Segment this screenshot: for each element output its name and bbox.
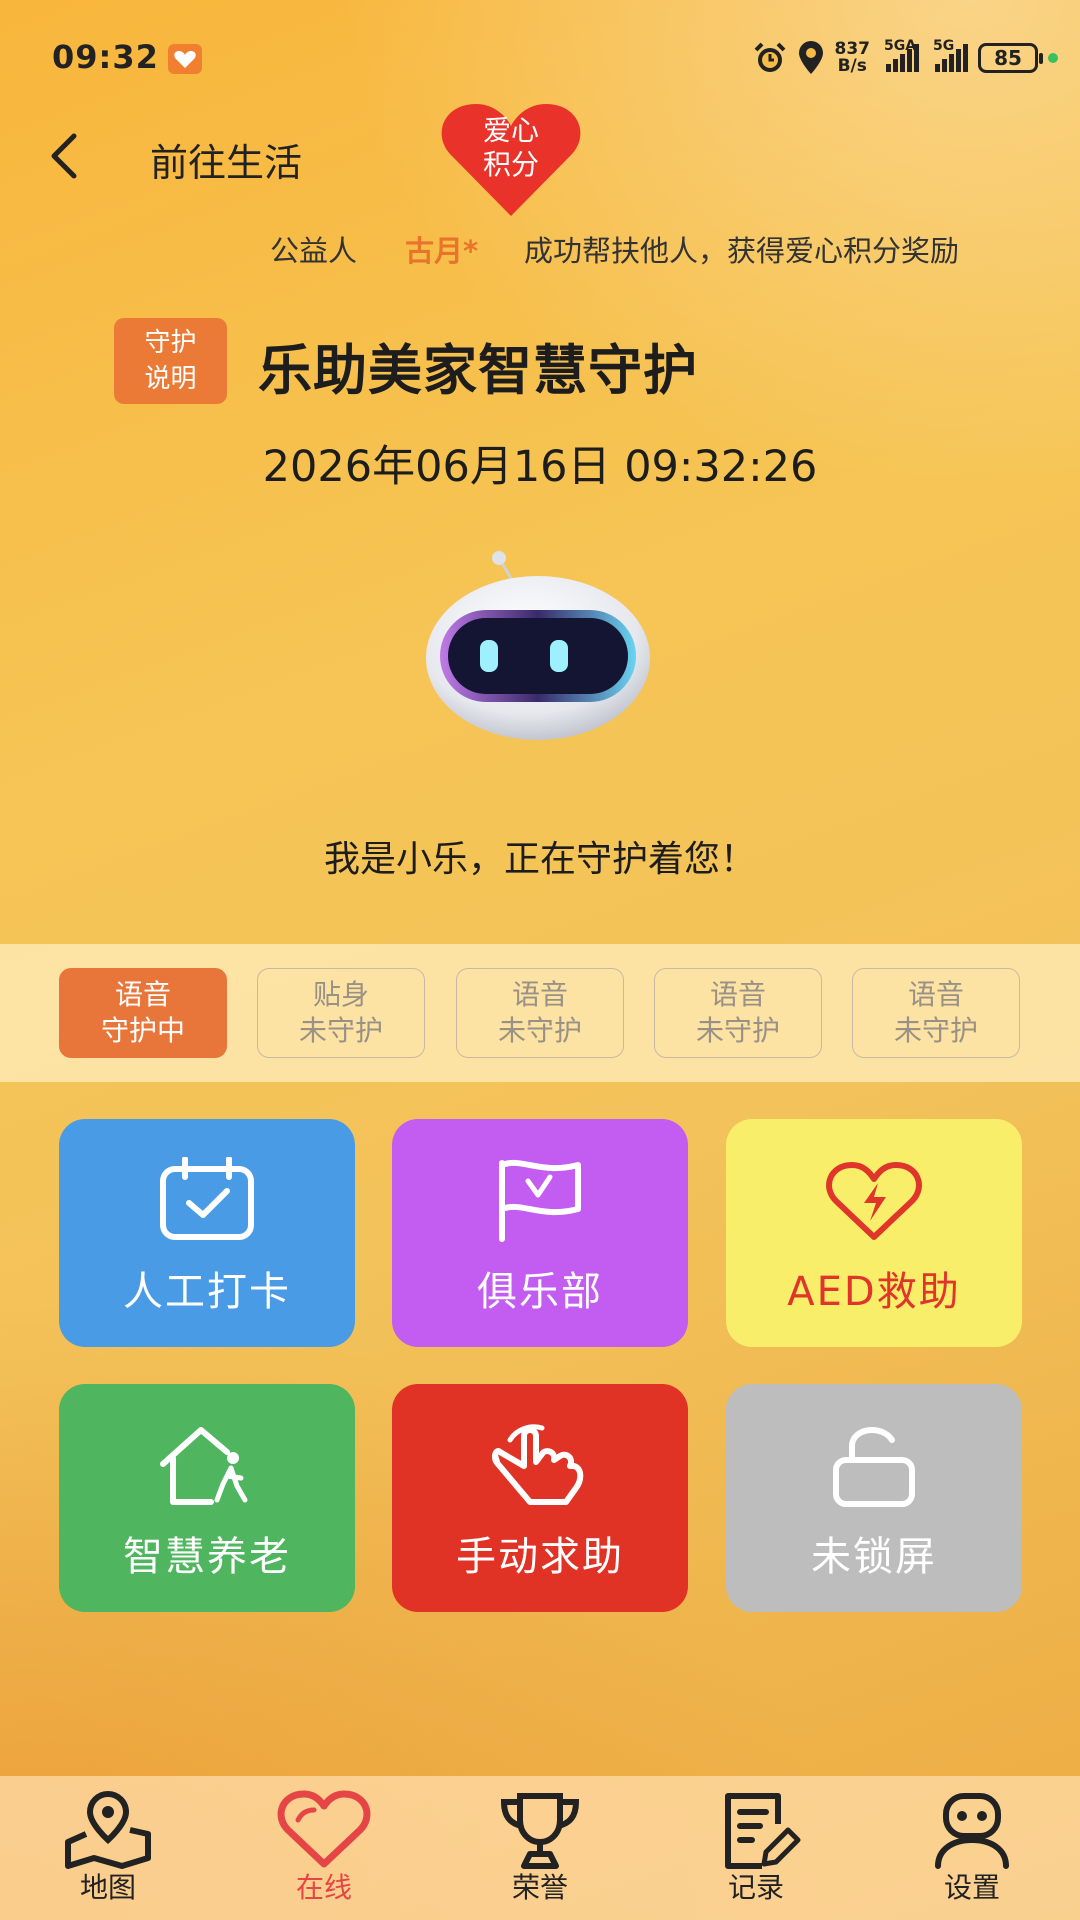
chevron-left-icon xyxy=(51,133,77,179)
status-time: 09:32 xyxy=(52,38,159,76)
club-button[interactable]: 俱乐部 xyxy=(392,1119,688,1347)
nav-map[interactable]: 地图 xyxy=(38,1790,178,1910)
announcement-ticker: 公益人 古月* 成功帮扶他人，获得爱心积分奖励 xyxy=(0,228,1080,268)
guard-mode-chip[interactable]: 语音 未守护 xyxy=(654,968,822,1058)
back-button[interactable] xyxy=(44,130,84,182)
current-datetime: 2026年06月16日 09:32:26 xyxy=(262,442,818,492)
robot-mascot[interactable] xyxy=(420,548,660,748)
status-bar: 09:32 837 B/s 5GA 5G 85 xyxy=(0,0,1080,110)
notification-heart-icon xyxy=(168,44,202,74)
signal-2-label: 5G xyxy=(933,38,955,54)
robot-face-icon xyxy=(935,1793,1009,1869)
tile-label: 人工打卡 xyxy=(123,1269,291,1315)
nav-label: 设置 xyxy=(943,1871,1000,1904)
badge-line-2: 积分 xyxy=(482,148,539,181)
hand-pointer-icon xyxy=(491,1424,584,1505)
nav-label: 地图 xyxy=(79,1871,136,1904)
nav-label: 荣誉 xyxy=(511,1871,568,1904)
nav-online[interactable]: 在线 xyxy=(254,1790,394,1910)
ticker-message: 成功帮扶他人，获得爱心积分奖励 xyxy=(524,234,960,268)
flag-icon xyxy=(499,1159,581,1242)
love-points-label: 爱心 积分 xyxy=(436,114,586,182)
tile-label: 未锁屏 xyxy=(811,1534,937,1580)
chip-line-2: 未守护 xyxy=(893,1014,978,1047)
nav-label: 在线 xyxy=(295,1871,352,1904)
chip-line-2: 未守护 xyxy=(298,1014,383,1047)
guard-info-line-2: 说明 xyxy=(144,364,197,394)
guard-mode-chip[interactable]: 语音 未守护 xyxy=(456,968,624,1058)
aed-rescue-button[interactable]: AED救助 xyxy=(726,1119,1022,1347)
chip-line-1: 贴身 xyxy=(312,978,369,1011)
love-points-badge[interactable]: 爱心 积分 xyxy=(436,100,586,220)
nav-honor[interactable]: 荣誉 xyxy=(470,1790,610,1910)
trophy-icon xyxy=(500,1793,580,1869)
ticker-prefix: 公益人 xyxy=(270,234,358,268)
chip-line-1: 语音 xyxy=(709,978,766,1011)
signal-strength-1: 5GA xyxy=(884,38,919,72)
location-icon xyxy=(798,41,823,74)
greeting-text: 我是小乐，正在守护着您！ xyxy=(323,839,756,880)
chip-line-2: 守护中 xyxy=(100,1014,185,1047)
privacy-dot xyxy=(1048,53,1058,63)
chip-line-2: 未守护 xyxy=(695,1014,780,1047)
nav-label: 记录 xyxy=(727,1871,784,1904)
chip-line-1: 语音 xyxy=(907,978,964,1011)
chip-line-2: 未守护 xyxy=(497,1014,582,1047)
guard-mode-chip[interactable]: 语音 守护中 xyxy=(59,968,227,1058)
signal-strength-2: 5G xyxy=(933,38,968,72)
home-walk-icon xyxy=(160,1427,248,1505)
guard-info-line-1: 守护 xyxy=(144,328,197,358)
chip-line-1: 语音 xyxy=(114,978,171,1011)
manual-help-button[interactable]: 手动求助 xyxy=(392,1384,688,1612)
tile-label: 俱乐部 xyxy=(477,1269,603,1315)
ticker-name: 古月* xyxy=(405,234,479,268)
screen-unlocked-button[interactable]: 未锁屏 xyxy=(726,1384,1022,1612)
header-title[interactable]: 前往生活 xyxy=(150,132,302,187)
calendar-check-icon xyxy=(160,1157,254,1240)
heart-icon xyxy=(277,1790,371,1868)
speed-unit: B/s xyxy=(837,56,867,76)
map-pin-icon xyxy=(65,1791,151,1869)
battery-indicator: 85 xyxy=(978,43,1043,73)
guard-info-button[interactable]: 守护 说明 xyxy=(114,318,227,404)
page-title: 乐助美家智慧守护 xyxy=(258,339,698,402)
smart-elderly-care-button[interactable]: 智慧养老 xyxy=(59,1384,355,1612)
badge-line-1: 爱心 xyxy=(482,114,539,147)
nav-settings[interactable]: 设置 xyxy=(902,1790,1042,1910)
heart-bolt-icon xyxy=(826,1162,922,1240)
tile-label: 手动求助 xyxy=(456,1534,624,1580)
unlock-icon xyxy=(833,1427,915,1507)
alarm-icon xyxy=(754,42,785,72)
guard-mode-chip[interactable]: 语音 未守护 xyxy=(852,968,1020,1058)
network-speed: 837 B/s xyxy=(835,41,871,75)
note-edit-icon xyxy=(725,1793,801,1869)
chip-line-1: 语音 xyxy=(511,978,568,1011)
tile-label: AED救助 xyxy=(787,1269,961,1315)
tile-label: 智慧养老 xyxy=(123,1534,291,1580)
nav-records[interactable]: 记录 xyxy=(686,1790,826,1910)
manual-checkin-button[interactable]: 人工打卡 xyxy=(59,1119,355,1347)
signal-1-label: 5GA xyxy=(884,38,917,54)
guard-mode-chip[interactable]: 贴身 未守护 xyxy=(257,968,425,1058)
